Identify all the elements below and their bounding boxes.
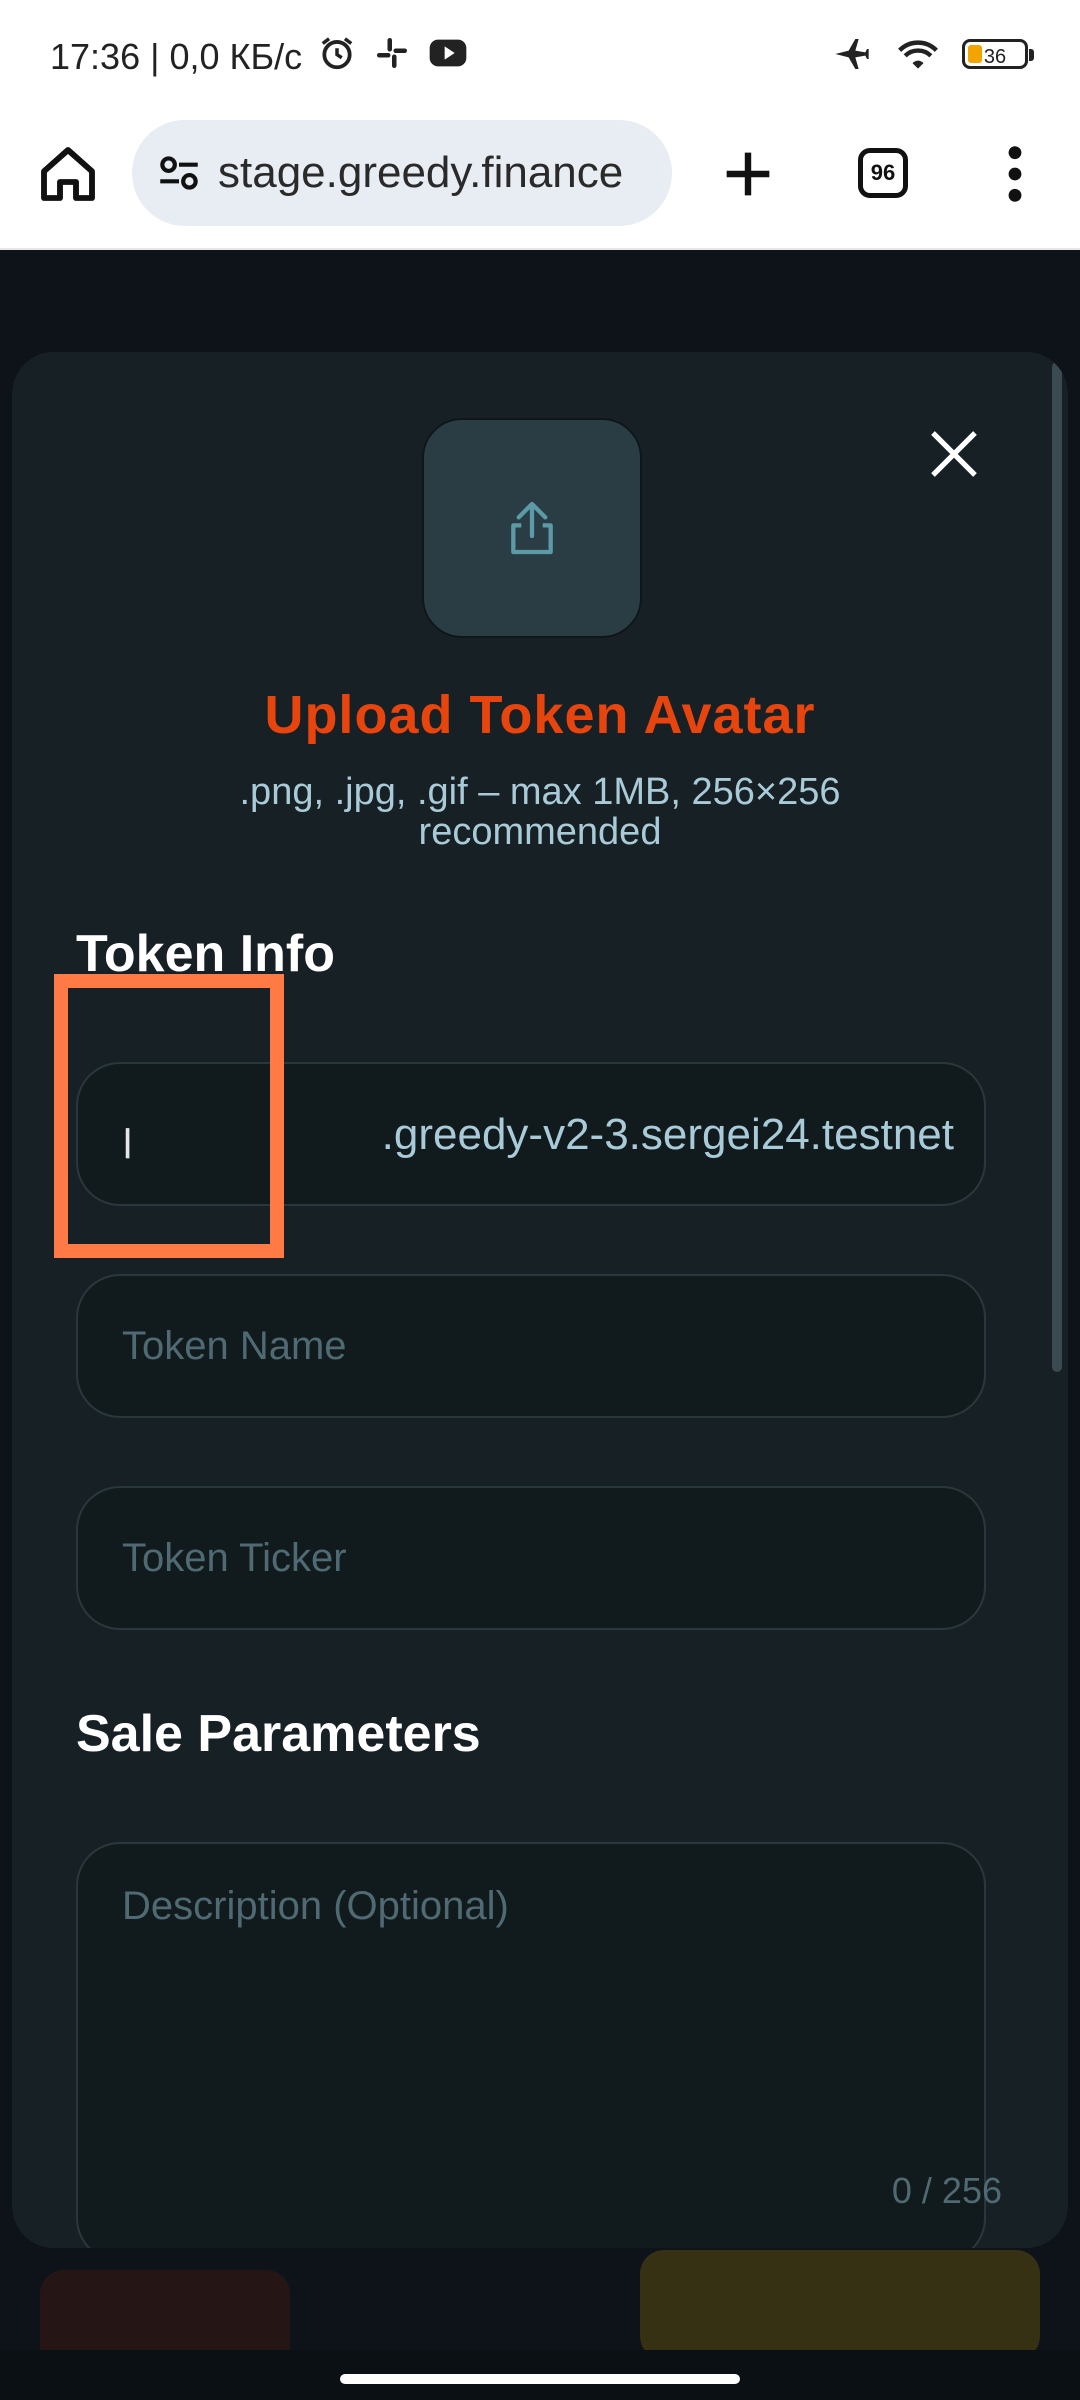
token-ticker-field[interactable]: Token Ticker — [76, 1486, 986, 1630]
upload-hint: .png, .jpg, .gif – max 1MB, 256×256 reco… — [239, 771, 841, 853]
wifi-icon — [898, 40, 938, 69]
token-name-field[interactable]: Token Name — [76, 1274, 986, 1418]
status-icons-left — [318, 34, 468, 72]
upload-title: Upload Token Avatar — [264, 685, 816, 745]
slack-icon — [377, 38, 407, 68]
new-tab-icon[interactable] — [716, 142, 780, 206]
avatar-upload-button[interactable] — [422, 418, 642, 638]
modal-scrollbar[interactable] — [1052, 352, 1068, 2248]
token-address-value[interactable]: .greedy-v2-3.sergei24.testnet — [382, 1110, 954, 1160]
create-token-modal: Upload Token Avatar .png, .jpg, .gif – m… — [12, 352, 1068, 2248]
close-icon[interactable] — [926, 426, 982, 482]
youtube-icon — [429, 39, 467, 67]
system-nav-bar — [0, 2350, 1080, 2400]
description-textarea[interactable]: Description (Optional) — [76, 1842, 986, 2248]
sale-parameters-heading: Sale Parameters — [76, 1705, 481, 1763]
tab-switcher-button[interactable]: 96 — [858, 148, 908, 198]
highlight-box — [54, 974, 284, 1258]
token-ticker-placeholder: Token Ticker — [122, 1536, 347, 1580]
status-time: 17:36 | 0,0 КБ/с — [50, 36, 303, 77]
home-indicator[interactable] — [340, 2374, 740, 2384]
address-bar[interactable]: stage.greedy.finance — [132, 120, 672, 226]
url-text[interactable]: stage.greedy.finance — [218, 148, 658, 198]
more-menu-icon[interactable] — [990, 142, 1040, 206]
description-char-count: 0 / 256 — [891, 2170, 1002, 2211]
upload-icon — [511, 501, 553, 555]
browser-toolbar: stage.greedy.finance 96 — [0, 120, 1080, 250]
backdrop-button-right — [640, 2250, 1040, 2360]
status-icons-right: 36 — [830, 34, 1034, 74]
modal-scrollbar-thumb[interactable] — [1052, 362, 1062, 1372]
battery-icon: 36 — [962, 39, 1034, 69]
site-settings-icon[interactable] — [154, 148, 204, 198]
description-placeholder: Description (Optional) — [122, 1884, 509, 1928]
alarm-icon — [321, 37, 353, 70]
status-bar: 17:36 | 0,0 КБ/с 36 — [0, 0, 1080, 120]
airplane-icon — [835, 39, 869, 69]
token-name-placeholder: Token Name — [122, 1324, 347, 1368]
home-icon[interactable] — [36, 142, 100, 206]
